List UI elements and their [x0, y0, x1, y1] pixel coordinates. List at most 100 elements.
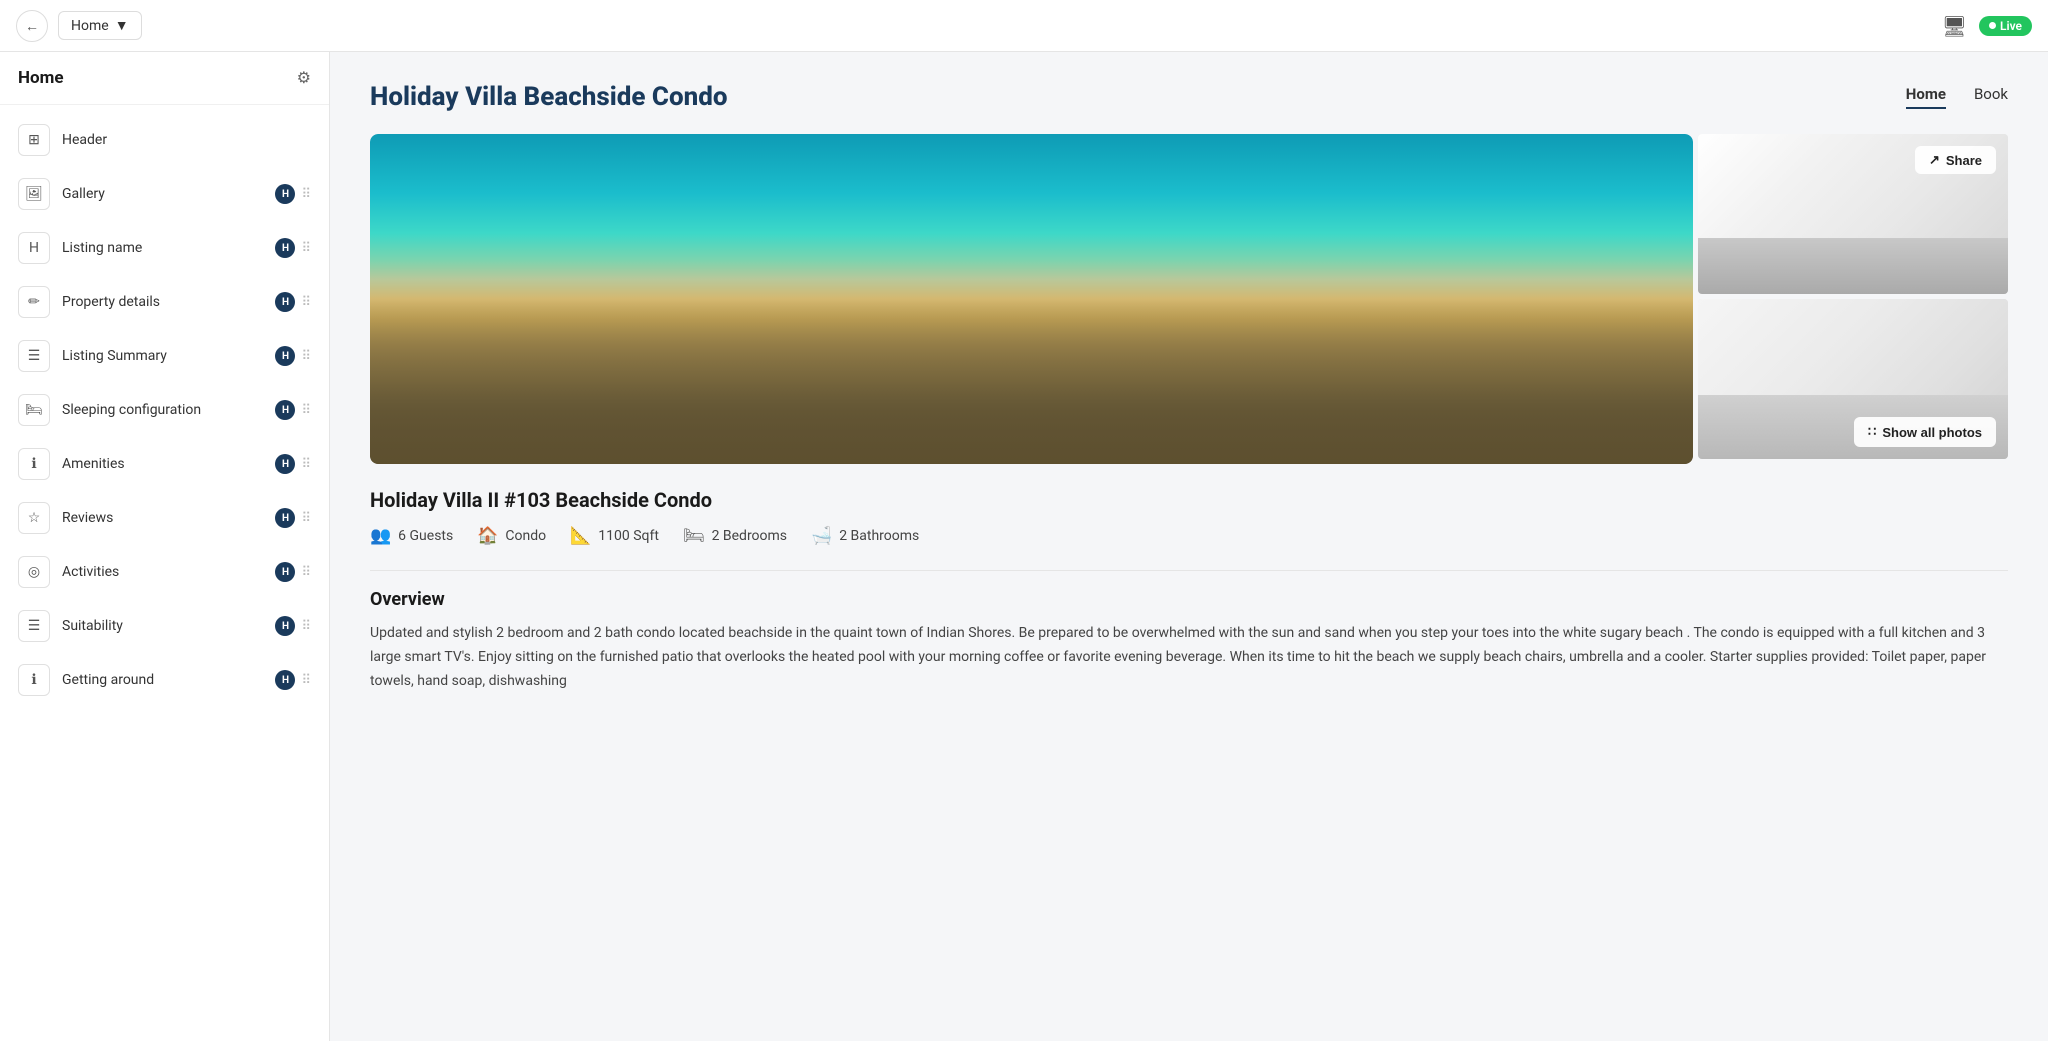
sidebar-label-header: Header	[62, 132, 311, 148]
h-badge-sleeping-configuration: H	[275, 400, 295, 420]
live-label: Live	[2000, 19, 2022, 33]
sidebar-actions-gallery: H⠿	[275, 184, 311, 204]
topbar-left: ← Home ▼	[16, 10, 142, 42]
sidebar-item-getting-around[interactable]: ℹGetting aroundH⠿	[0, 653, 329, 707]
drag-handle-amenities[interactable]: ⠿	[301, 457, 311, 472]
grid-icon: ∷	[1868, 424, 1876, 440]
sidebar-item-header[interactable]: ⊞ Header	[0, 113, 329, 167]
monitor-icon: 🖥	[1942, 14, 1967, 38]
sidebar-item-listing-name[interactable]: H Listing name H⠿	[0, 221, 329, 275]
drag-handle-sleeping-configuration[interactable]: ⠿	[301, 403, 311, 418]
stat-type: 🏠Condo	[477, 526, 546, 546]
sidebar-label-gallery: Gallery	[62, 186, 263, 202]
back-icon: ←	[25, 18, 39, 34]
sidebar-item-suitability[interactable]: ☰SuitabilityH⠿	[0, 599, 329, 653]
stat-value-guests: 6 Guests	[398, 528, 453, 544]
gallery-grid: ↗ Share ∷ Show all photos	[370, 134, 2008, 464]
stat-guests: 👥6 Guests	[370, 526, 453, 546]
sidebar-actions-listing-summary: H⠿	[275, 346, 311, 366]
sidebar-actions-sleeping-configuration: H⠿	[275, 400, 311, 420]
drag-handle-activities[interactable]: ⠿	[301, 565, 311, 580]
content-area: Holiday Villa Beachside Condo Home Book …	[330, 52, 2048, 1041]
h-badge-listing-name: H	[275, 238, 295, 258]
gallery-side-top-image: ↗ Share	[1698, 134, 2008, 294]
overview-text: Updated and stylish 2 bedroom and 2 bath…	[370, 622, 2008, 693]
sidebar-label-listing-name: Listing name	[62, 240, 263, 256]
stat-icon-sqft: 📐	[570, 526, 591, 546]
stat-value-type: Condo	[505, 528, 546, 544]
sidebar-icon-header: ⊞	[18, 124, 50, 156]
h-badge-property-details: H	[275, 292, 295, 312]
home-dropdown[interactable]: Home ▼	[58, 11, 142, 40]
sidebar-label-listing-summary: Listing Summary	[62, 348, 263, 364]
gallery-side: ↗ Share ∷ Show all photos	[1698, 134, 2008, 464]
sidebar: Home ⚙ ⊞Header🖼GalleryH⠿HListing nameH⠿✏…	[0, 52, 330, 1041]
sidebar-item-sleeping-configuration[interactable]: 🛏Sleeping configurationH⠿	[0, 383, 329, 437]
page-nav: Home Book	[1906, 85, 2008, 109]
show-all-label: Show all photos	[1882, 425, 1982, 440]
stat-value-bedrooms: 2 Bedrooms	[712, 528, 787, 544]
sidebar-icon-property-details: ✏	[18, 286, 50, 318]
h-badge-reviews: H	[275, 508, 295, 528]
stats-divider	[370, 570, 2008, 571]
sidebar-label-property-details: Property details	[62, 294, 263, 310]
beach-aerial-image	[370, 134, 1693, 464]
sidebar-item-gallery[interactable]: 🖼GalleryH⠿	[0, 167, 329, 221]
share-icon: ↗	[1929, 152, 1940, 168]
drag-handle-property-details[interactable]: ⠿	[301, 295, 311, 310]
sidebar-icon-suitability: ☰	[18, 610, 50, 642]
h-badge-listing-summary: H	[275, 346, 295, 366]
sidebar-actions-reviews: H⠿	[275, 508, 311, 528]
h-badge-suitability: H	[275, 616, 295, 636]
stat-icon-bathrooms: 🛁	[811, 526, 832, 546]
nav-item-home[interactable]: Home	[1906, 85, 1946, 109]
sidebar-item-amenities[interactable]: ℹAmenitiesH⠿	[0, 437, 329, 491]
sidebar-item-listing-summary[interactable]: ☰Listing SummaryH⠿	[0, 329, 329, 383]
sidebar-icon-amenities: ℹ	[18, 448, 50, 480]
sidebar-icon-sleeping-configuration: 🛏	[18, 394, 50, 426]
drag-handle-suitability[interactable]: ⠿	[301, 619, 311, 634]
sidebar-item-reviews[interactable]: ☆ReviewsH⠿	[0, 491, 329, 545]
gear-button[interactable]: ⚙	[297, 68, 311, 88]
sidebar-actions-getting-around: H⠿	[275, 670, 311, 690]
listing-stats: 👥6 Guests 🏠Condo 📐1100 Sqft 🛏 2 Bedrooms 🛁2 B…	[370, 526, 2008, 546]
stat-sqft: 📐1100 Sqft	[570, 526, 659, 546]
sidebar-actions-property-details: H⠿	[275, 292, 311, 312]
sidebar-items: ⊞Header🖼GalleryH⠿HListing nameH⠿✏Propert…	[0, 105, 329, 715]
share-button[interactable]: ↗ Share	[1915, 146, 1996, 174]
nav-item-book[interactable]: Book	[1974, 85, 2008, 109]
drag-handle-gallery[interactable]: ⠿	[301, 187, 311, 202]
sidebar-icon-reviews: ☆	[18, 502, 50, 534]
sidebar-actions-amenities: H⠿	[275, 454, 311, 474]
drag-handle-listing-summary[interactable]: ⠿	[301, 349, 311, 364]
sidebar-actions-activities: H⠿	[275, 562, 311, 582]
sidebar-label-suitability: Suitability	[62, 618, 263, 634]
h-badge-amenities: H	[275, 454, 295, 474]
h-badge-gallery: H	[275, 184, 295, 204]
drag-handle-reviews[interactable]: ⠿	[301, 511, 311, 526]
sidebar-icon-activities: ◎	[18, 556, 50, 588]
sidebar-actions-listing-name: H⠿	[275, 238, 311, 258]
sidebar-label-amenities: Amenities	[62, 456, 263, 472]
sidebar-item-property-details[interactable]: ✏Property detailsH⠿	[0, 275, 329, 329]
sidebar-item-activities[interactable]: ◎ActivitiesH⠿	[0, 545, 329, 599]
sidebar-icon-gallery: 🖼	[18, 178, 50, 210]
topbar: ← Home ▼ 🖥 Live	[0, 0, 2048, 52]
live-badge: Live	[1979, 16, 2032, 36]
page-header: Holiday Villa Beachside Condo Home Book	[370, 82, 2008, 112]
sidebar-label-getting-around: Getting around	[62, 672, 263, 688]
stat-bedrooms: 🛏 2 Bedrooms	[683, 526, 787, 546]
stat-bathrooms: 🛁2 Bathrooms	[811, 526, 919, 546]
page-title: Holiday Villa Beachside Condo	[370, 82, 728, 112]
drag-handle-getting-around[interactable]: ⠿	[301, 673, 311, 688]
drag-handle-listing-name[interactable]: ⠿	[301, 241, 311, 256]
show-all-photos-button[interactable]: ∷ Show all photos	[1854, 417, 1996, 447]
stat-icon-bedrooms: 🛏	[683, 526, 705, 546]
live-dot	[1989, 22, 1996, 29]
gallery-main	[370, 134, 1693, 464]
sidebar-actions-suitability: H⠿	[275, 616, 311, 636]
listing-name: Holiday Villa II #103 Beachside Condo	[370, 488, 2008, 512]
back-button[interactable]: ←	[16, 10, 48, 42]
overview-title: Overview	[370, 589, 2008, 610]
sidebar-label-sleeping-configuration: Sleeping configuration	[62, 402, 263, 418]
